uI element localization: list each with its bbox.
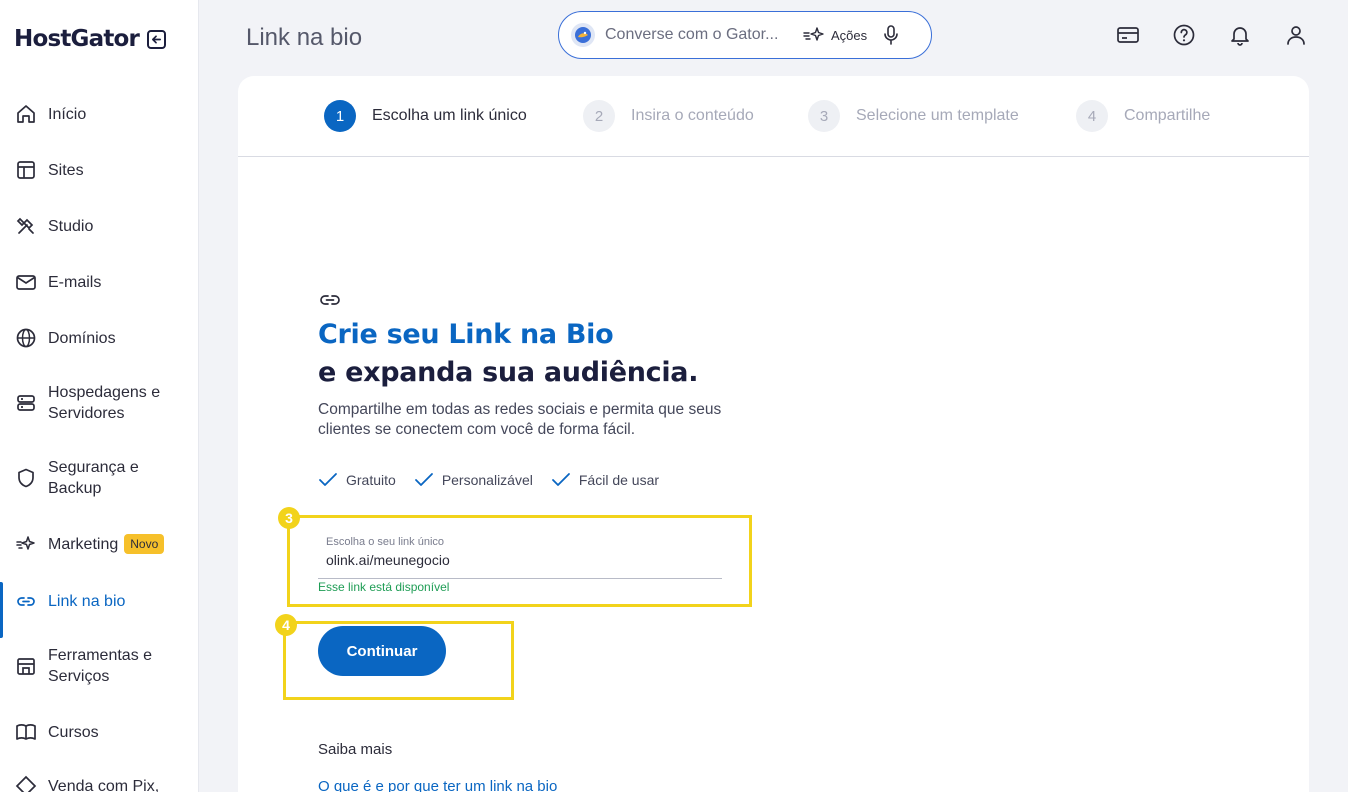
home-icon (15, 103, 37, 125)
step-number: 3 (808, 100, 840, 132)
highlight-box-4 (283, 621, 514, 700)
sidebar-item-label: Studio (48, 217, 94, 235)
sidebar-item-hospedagens[interactable]: Hospedagens e Servidores (0, 382, 198, 424)
step-label: Escolha um link único (372, 107, 527, 124)
sidebar-item-cursos[interactable]: Cursos (0, 721, 198, 743)
feature-item: Fácil de usar (551, 472, 659, 488)
sidebar-item-venda-pix[interactable]: Venda com Pix, (0, 775, 198, 792)
page-title: Link na bio (246, 24, 363, 51)
learn-more-link[interactable]: O que é e por que ter um link na bio (318, 778, 557, 792)
sidebar-item-inicio[interactable]: Início (0, 103, 198, 125)
sidebar-item-ferramentas[interactable]: Ferramentas e Serviços (0, 645, 198, 687)
check-icon (414, 473, 433, 486)
sidebar-item-label: Início (48, 105, 87, 123)
feature-item: Gratuito (318, 472, 396, 488)
microphone-icon[interactable] (883, 25, 899, 45)
sidebar-item-studio[interactable]: Studio (0, 215, 198, 237)
sidebar-item-label: Domínios (48, 329, 116, 347)
mail-icon (15, 271, 37, 293)
gator-chat-input[interactable] (605, 26, 795, 44)
layout-icon (15, 159, 37, 181)
check-icon (319, 473, 337, 486)
sidebar-item-emails[interactable]: E-mails (0, 271, 198, 293)
step-label: Selecione um template (856, 107, 1019, 124)
annotation-number-4: 4 (275, 614, 297, 636)
sidebar-item-dominios[interactable]: Domínios (0, 327, 198, 349)
shield-icon (15, 467, 37, 489)
sidebar: HostGator Início Sites Studio E-mails Do… (0, 0, 199, 792)
sidebar-item-label: Sites (48, 161, 84, 179)
help-icon[interactable] (1172, 23, 1196, 47)
sidebar-item-seguranca[interactable]: Segurança e Backup (0, 457, 198, 499)
step-number: 2 (583, 100, 615, 132)
billing-card-icon[interactable] (1116, 23, 1140, 47)
step-3[interactable]: 3 Selecione um template (808, 100, 1019, 132)
actions-label: Ações (831, 27, 868, 43)
server-icon (15, 392, 37, 414)
hero-subtitle: e expanda sua audiência. (318, 357, 699, 388)
tools-icon (15, 215, 37, 237)
sidebar-item-marketing[interactable]: Marketing Novo (0, 533, 198, 555)
link-na-bio-card: 1 Escolha um link único 2 Insira o conte… (238, 76, 1309, 792)
sidebar-item-label: Ferramentas e Serviços (48, 647, 153, 685)
user-icon[interactable] (1284, 23, 1308, 47)
sidebar-item-label: Hospedagens e Servidores (48, 384, 161, 422)
feature-label: Fácil de usar (578, 472, 660, 488)
sidebar-item-label: Venda com Pix, (48, 777, 160, 792)
bell-icon[interactable] (1228, 23, 1252, 47)
annotation-number-3: 3 (278, 507, 300, 529)
link-icon (318, 290, 342, 315)
sparkle-icon (803, 27, 824, 41)
feature-label: Gratuito (346, 472, 396, 488)
sidebar-item-label: Marketing (48, 535, 119, 553)
hero-title: Crie seu Link na Bio (318, 319, 614, 350)
sidebar-item-sites[interactable]: Sites (0, 159, 198, 181)
learn-more-title: Saiba mais (318, 741, 393, 758)
gator-chat-bar[interactable]: Ações (558, 11, 932, 59)
collapse-sidebar-icon[interactable] (147, 29, 167, 49)
step-1[interactable]: 1 Escolha um link único (324, 100, 527, 132)
gator-avatar-icon (571, 23, 595, 47)
hero-description: Compartilhe em todas as redes sociais e … (318, 401, 722, 438)
check-icon (551, 473, 570, 486)
book-icon (15, 721, 37, 743)
store-icon (15, 655, 37, 677)
sidebar-item-label: Link na bio (48, 592, 126, 610)
step-number: 4 (1076, 100, 1108, 132)
pix-icon (15, 775, 37, 792)
globe-icon (15, 327, 37, 349)
highlight-box-3 (287, 515, 752, 607)
stepper: 1 Escolha um link único 2 Insira o conte… (238, 76, 1309, 157)
step-2[interactable]: 2 Insira o conteúdo (583, 100, 754, 132)
link-icon (15, 590, 37, 612)
step-4[interactable]: 4 Compartilhe (1076, 100, 1210, 132)
feature-item: Personalizável (414, 472, 533, 488)
hostgator-logo[interactable]: HostGator (14, 26, 140, 52)
sparkle-icon (15, 533, 37, 555)
logo-row: HostGator (14, 26, 167, 52)
step-label: Insira o conteúdo (631, 107, 754, 124)
feature-list: Gratuito Personalizável Fácil de usar (318, 472, 659, 488)
sidebar-item-link-na-bio[interactable]: Link na bio (0, 582, 198, 638)
new-badge: Novo (124, 534, 165, 554)
feature-label: Personalizável (441, 472, 533, 488)
step-label: Compartilhe (1124, 107, 1211, 124)
sidebar-item-label: Segurança e Backup (48, 459, 139, 497)
step-number: 1 (324, 100, 356, 132)
actions-button[interactable]: Ações (803, 25, 867, 45)
sidebar-item-label: E-mails (48, 273, 102, 291)
header-actions (1116, 23, 1308, 47)
sidebar-item-label: Cursos (48, 723, 99, 741)
